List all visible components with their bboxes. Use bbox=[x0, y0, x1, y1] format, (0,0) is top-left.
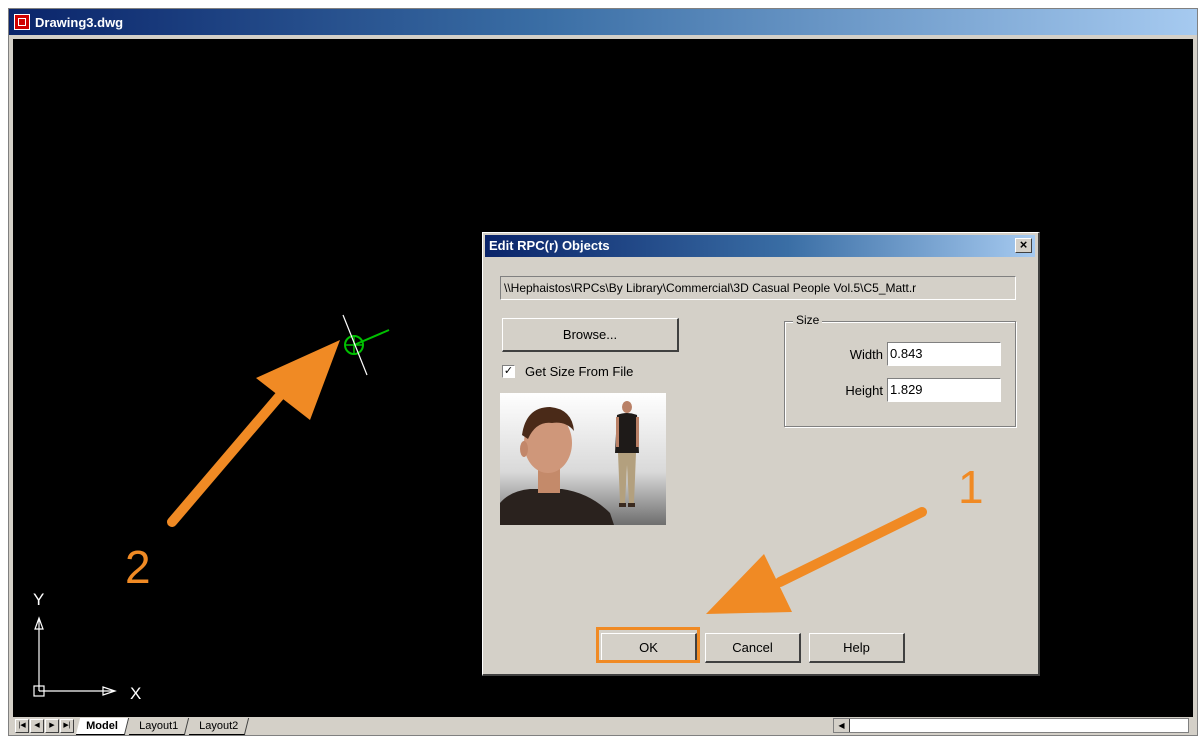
dialog-titlebar[interactable]: Edit RPC(r) Objects × bbox=[485, 235, 1035, 257]
close-icon: × bbox=[1019, 237, 1028, 252]
ucs-x-label: X bbox=[130, 684, 141, 703]
ok-button[interactable]: OK bbox=[601, 633, 697, 663]
previous-tab-button[interactable]: ◀ bbox=[30, 719, 44, 733]
browse-button[interactable]: Browse... bbox=[502, 318, 679, 352]
first-tab-button[interactable]: |◀ bbox=[15, 719, 29, 733]
next-tab-button[interactable]: ▶ bbox=[45, 719, 59, 733]
height-row: Height 1.829 bbox=[845, 378, 1001, 402]
callout-number-1: 1 bbox=[958, 461, 984, 513]
size-group: Size Width 0.843 Height 1.829 bbox=[784, 313, 1016, 427]
window-titlebar[interactable]: Drawing3.dwg bbox=[9, 9, 1197, 35]
get-size-from-file-label: Get Size From File bbox=[525, 364, 634, 379]
close-button[interactable]: × bbox=[1015, 238, 1032, 253]
cancel-button[interactable]: Cancel bbox=[705, 633, 801, 663]
rpc-file-path-field[interactable]: \\Hephaistos\RPCs\By Library\Commercial\… bbox=[500, 276, 1016, 300]
window-title: Drawing3.dwg bbox=[35, 14, 124, 30]
width-label: Width bbox=[849, 346, 883, 362]
horizontal-scrollbar[interactable]: ◀ bbox=[833, 718, 1189, 733]
ucs-icon bbox=[33, 616, 117, 697]
rpc-preview-thumbnail bbox=[500, 393, 666, 525]
ucs-y-label: Y bbox=[33, 590, 44, 609]
get-size-from-file-row[interactable]: ✓ Get Size From File bbox=[502, 364, 633, 379]
tab-layout1[interactable]: Layout1 bbox=[128, 717, 190, 735]
tab-model[interactable]: Model bbox=[75, 717, 129, 735]
layout-tab-strip: |◀ ◀ ▶ ▶| Model Layout1 Layout2 ◀ bbox=[13, 717, 1193, 735]
last-tab-button[interactable]: ▶| bbox=[60, 719, 74, 733]
dialog-title: Edit RPC(r) Objects bbox=[489, 238, 610, 253]
get-size-from-file-checkbox[interactable]: ✓ bbox=[502, 365, 515, 378]
height-input[interactable]: 1.829 bbox=[887, 378, 1001, 402]
help-button[interactable]: Help bbox=[809, 633, 905, 663]
preview-image bbox=[500, 401, 639, 525]
width-input[interactable]: 0.843 bbox=[887, 342, 1001, 366]
width-row: Width 0.843 bbox=[850, 342, 1001, 366]
edit-rpc-dialog: Edit RPC(r) Objects × \\Hephaistos\RPCs\… bbox=[482, 232, 1040, 676]
callout-number-2: 2 bbox=[125, 541, 151, 593]
scroll-left-icon[interactable]: ◀ bbox=[834, 719, 850, 732]
size-group-label: Size bbox=[793, 313, 823, 327]
checkmark-icon: ✓ bbox=[503, 365, 514, 377]
rpc-object-marker[interactable] bbox=[342, 314, 390, 376]
height-label: Height bbox=[845, 382, 883, 398]
autocad-app-icon[interactable] bbox=[14, 14, 30, 30]
tab-layout2[interactable]: Layout2 bbox=[188, 717, 250, 735]
